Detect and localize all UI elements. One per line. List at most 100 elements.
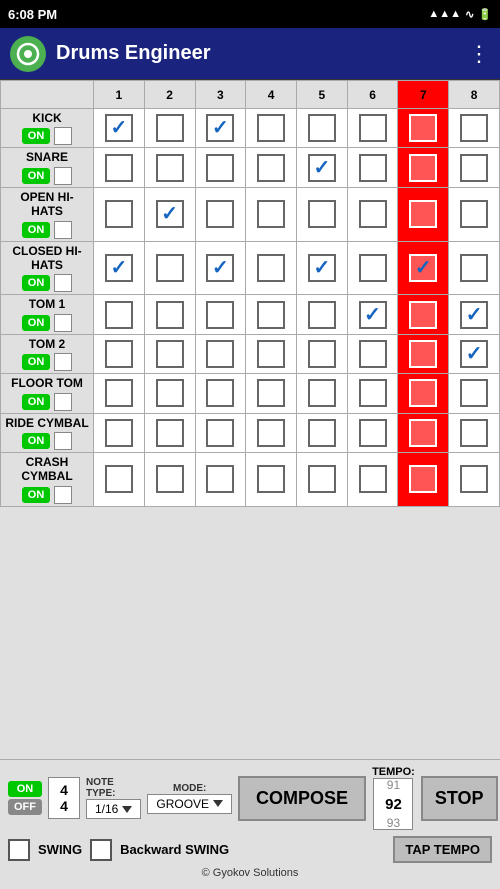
beat-cell-r5-b7[interactable]: ✓ bbox=[449, 334, 500, 373]
beat-checkbox-r7-b5[interactable] bbox=[359, 419, 387, 447]
beat-cell-r7-b7[interactable] bbox=[449, 413, 500, 452]
beat-checkbox-r5-b1[interactable] bbox=[156, 340, 184, 368]
beat-checkbox-r7-b4[interactable] bbox=[308, 419, 336, 447]
beat-checkbox-r2-b3[interactable] bbox=[257, 200, 285, 228]
beat-cell-r8-b3[interactable] bbox=[246, 452, 297, 506]
beat-cell-r5-b6[interactable] bbox=[398, 334, 449, 373]
beat-cell-r8-b7[interactable] bbox=[449, 452, 500, 506]
beat-cell-r4-b7[interactable]: ✓ bbox=[449, 295, 500, 334]
beat-cell-r3-b2[interactable]: ✓ bbox=[195, 241, 246, 295]
beat-cell-r4-b0[interactable] bbox=[94, 295, 145, 334]
beat-checkbox-r8-b1[interactable] bbox=[156, 465, 184, 493]
beat-cell-r5-b5[interactable] bbox=[347, 334, 398, 373]
beat-cell-r7-b2[interactable] bbox=[195, 413, 246, 452]
on-button-row-1[interactable]: ON bbox=[22, 168, 51, 184]
mute-checkbox-row-0[interactable] bbox=[54, 127, 72, 145]
beat-checkbox-r0-b3[interactable] bbox=[257, 114, 285, 142]
beat-cell-r7-b0[interactable] bbox=[94, 413, 145, 452]
beat-checkbox-r3-b6[interactable]: ✓ bbox=[409, 254, 437, 282]
beat-cell-r5-b1[interactable] bbox=[144, 334, 195, 373]
beat-cell-r8-b4[interactable] bbox=[296, 452, 347, 506]
beat-cell-r0-b0[interactable]: ✓ bbox=[94, 109, 145, 148]
beat-cell-r2-b4[interactable] bbox=[296, 187, 347, 241]
beat-cell-r8-b1[interactable] bbox=[144, 452, 195, 506]
beat-checkbox-r8-b4[interactable] bbox=[308, 465, 336, 493]
beat-checkbox-r4-b7[interactable]: ✓ bbox=[460, 301, 488, 329]
beat-checkbox-r7-b3[interactable] bbox=[257, 419, 285, 447]
swing-checkbox[interactable] bbox=[8, 839, 30, 861]
mode-dropdown[interactable]: GROOVE bbox=[147, 794, 232, 814]
beat-cell-r7-b4[interactable] bbox=[296, 413, 347, 452]
on-button-row-7[interactable]: ON bbox=[22, 433, 51, 449]
beat-cell-r6-b0[interactable] bbox=[94, 374, 145, 413]
beat-cell-r1-b6[interactable] bbox=[398, 148, 449, 187]
beat-checkbox-r4-b5[interactable]: ✓ bbox=[359, 301, 387, 329]
beat-cell-r3-b6[interactable]: ✓ bbox=[398, 241, 449, 295]
beat-cell-r8-b2[interactable] bbox=[195, 452, 246, 506]
beat-cell-r4-b1[interactable] bbox=[144, 295, 195, 334]
beat-checkbox-r5-b4[interactable] bbox=[308, 340, 336, 368]
tempo-display[interactable]: 919293 bbox=[373, 778, 413, 830]
beat-checkbox-r6-b6[interactable] bbox=[409, 379, 437, 407]
on-button-row-2[interactable]: ON bbox=[22, 222, 51, 238]
menu-button[interactable]: ⋮ bbox=[468, 41, 490, 67]
beat-checkbox-r6-b4[interactable] bbox=[308, 379, 336, 407]
beat-cell-r0-b2[interactable]: ✓ bbox=[195, 109, 246, 148]
beat-checkbox-r2-b5[interactable] bbox=[359, 200, 387, 228]
on-button-row-5[interactable]: ON bbox=[22, 354, 51, 370]
beat-cell-r6-b1[interactable] bbox=[144, 374, 195, 413]
beat-cell-r8-b0[interactable] bbox=[94, 452, 145, 506]
beat-checkbox-r1-b7[interactable] bbox=[460, 154, 488, 182]
beat-checkbox-r0-b6[interactable] bbox=[409, 114, 437, 142]
beat-checkbox-r7-b0[interactable] bbox=[105, 419, 133, 447]
beat-cell-r7-b5[interactable] bbox=[347, 413, 398, 452]
beat-checkbox-r3-b2[interactable]: ✓ bbox=[206, 254, 234, 282]
beat-checkbox-r5-b5[interactable] bbox=[359, 340, 387, 368]
beat-cell-r1-b0[interactable] bbox=[94, 148, 145, 187]
beat-checkbox-r0-b5[interactable] bbox=[359, 114, 387, 142]
beat-checkbox-r5-b6[interactable] bbox=[409, 340, 437, 368]
beat-cell-r4-b3[interactable] bbox=[246, 295, 297, 334]
mute-checkbox-row-6[interactable] bbox=[54, 393, 72, 411]
beat-checkbox-r5-b3[interactable] bbox=[257, 340, 285, 368]
beat-checkbox-r6-b5[interactable] bbox=[359, 379, 387, 407]
on-button-row-6[interactable]: ON bbox=[22, 394, 51, 410]
beat-cell-r1-b5[interactable] bbox=[347, 148, 398, 187]
mute-checkbox-row-8[interactable] bbox=[54, 486, 72, 504]
beat-checkbox-r0-b1[interactable] bbox=[156, 114, 184, 142]
on-button-row-3[interactable]: ON bbox=[22, 275, 51, 291]
beat-checkbox-r2-b2[interactable] bbox=[206, 200, 234, 228]
beat-checkbox-r8-b3[interactable] bbox=[257, 465, 285, 493]
beat-cell-r2-b0[interactable] bbox=[94, 187, 145, 241]
mute-checkbox-row-1[interactable] bbox=[54, 167, 72, 185]
beat-cell-r3-b4[interactable]: ✓ bbox=[296, 241, 347, 295]
mute-checkbox-row-4[interactable] bbox=[54, 314, 72, 332]
beat-cell-r2-b5[interactable] bbox=[347, 187, 398, 241]
beat-cell-r2-b2[interactable] bbox=[195, 187, 246, 241]
beat-cell-r3-b1[interactable] bbox=[144, 241, 195, 295]
beat-cell-r5-b4[interactable] bbox=[296, 334, 347, 373]
beat-cell-r5-b3[interactable] bbox=[246, 334, 297, 373]
beat-checkbox-r5-b0[interactable] bbox=[105, 340, 133, 368]
beat-checkbox-r0-b0[interactable]: ✓ bbox=[105, 114, 133, 142]
beat-checkbox-r1-b1[interactable] bbox=[156, 154, 184, 182]
beat-cell-r1-b7[interactable] bbox=[449, 148, 500, 187]
backward-swing-checkbox[interactable] bbox=[90, 839, 112, 861]
beat-checkbox-r7-b7[interactable] bbox=[460, 419, 488, 447]
beat-cell-r6-b7[interactable] bbox=[449, 374, 500, 413]
beat-cell-r1-b2[interactable] bbox=[195, 148, 246, 187]
beat-checkbox-r1-b6[interactable] bbox=[409, 154, 437, 182]
on-button-row-8[interactable]: ON bbox=[22, 487, 51, 503]
beat-cell-r0-b6[interactable] bbox=[398, 109, 449, 148]
beat-cell-r6-b3[interactable] bbox=[246, 374, 297, 413]
beat-checkbox-r1-b3[interactable] bbox=[257, 154, 285, 182]
beat-cell-r0-b3[interactable] bbox=[246, 109, 297, 148]
beat-cell-r6-b6[interactable] bbox=[398, 374, 449, 413]
beat-cell-r5-b2[interactable] bbox=[195, 334, 246, 373]
stop-button[interactable]: STOP bbox=[421, 776, 498, 821]
beat-checkbox-r7-b2[interactable] bbox=[206, 419, 234, 447]
beat-cell-r2-b1[interactable]: ✓ bbox=[144, 187, 195, 241]
beat-cell-r0-b1[interactable] bbox=[144, 109, 195, 148]
beat-checkbox-r6-b1[interactable] bbox=[156, 379, 184, 407]
beat-cell-r3-b5[interactable] bbox=[347, 241, 398, 295]
